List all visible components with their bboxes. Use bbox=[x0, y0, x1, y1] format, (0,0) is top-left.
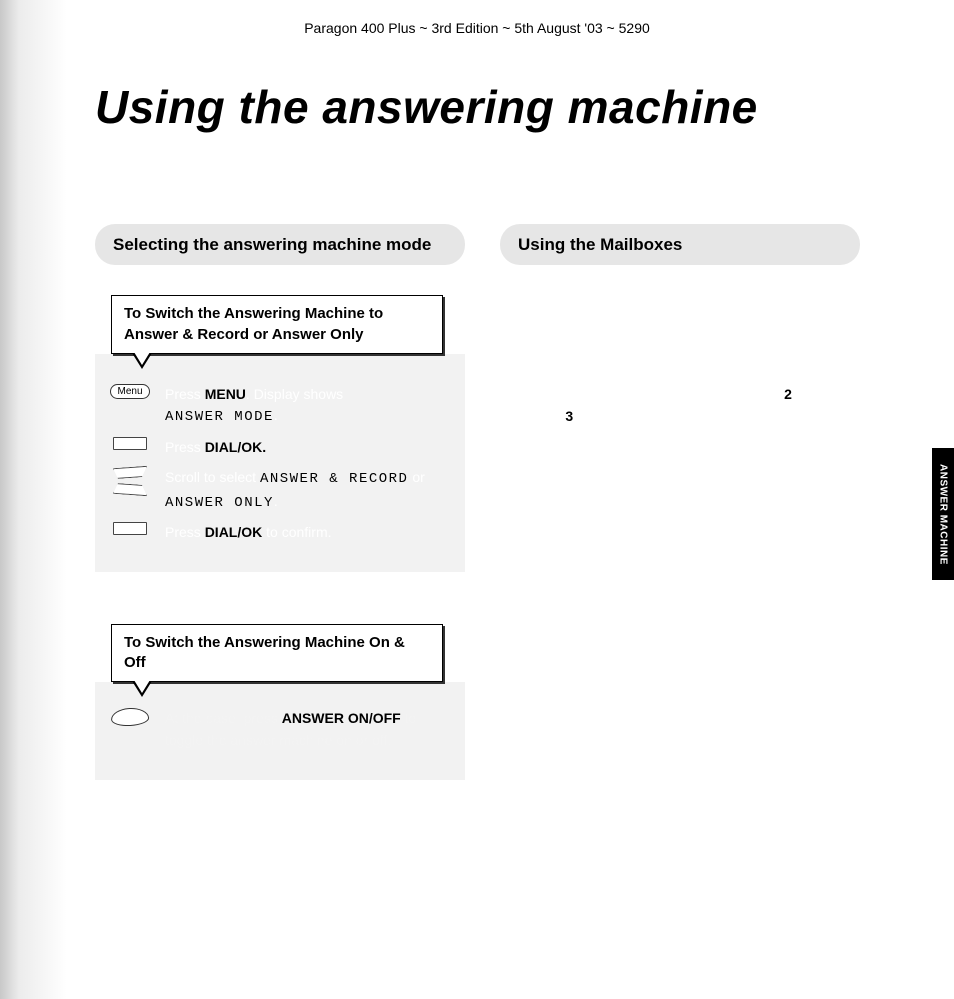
step-text: Press MENU. Display shows ANSWER MODE. bbox=[165, 384, 451, 429]
step-row: Press DIAL/OK. bbox=[109, 437, 451, 459]
page-title: Using the answering machine bbox=[95, 80, 758, 134]
dialok-button-icon bbox=[113, 522, 147, 535]
step-text: Scroll to select ANSWER & RECORD or ANSW… bbox=[165, 467, 451, 514]
steps-mode: Menu Press MENU. Display shows ANSWER MO… bbox=[95, 354, 465, 572]
t: . Display shows bbox=[246, 386, 343, 402]
t: MENU bbox=[205, 386, 246, 402]
step-text: Press DIAL/OK. bbox=[165, 437, 451, 459]
page: Paragon 400 Plus ~ 3rd Edition ~ 5th Aug… bbox=[0, 0, 954, 999]
step-row: At the base, press ANSWER ON/OFF to togg… bbox=[109, 708, 451, 751]
side-tab-answer-machine: ANSWER MACHINE bbox=[932, 448, 954, 580]
menu-button-icon: Menu bbox=[110, 384, 149, 399]
step-row: Menu Press MENU. Display shows ANSWER MO… bbox=[109, 384, 451, 429]
lcd-text: ANSWER & RECORD bbox=[260, 471, 409, 487]
t: Scroll to select bbox=[165, 469, 260, 485]
paragraph: You can listen to the messages in each m… bbox=[500, 463, 860, 528]
paragraph: Your Paragon 400 Plus has three mailboxe… bbox=[500, 283, 860, 348]
t: . bbox=[274, 493, 278, 509]
step-row: Scroll to select ANSWER & RECORD or ANSW… bbox=[109, 467, 451, 514]
side-tab-label: ANSWER MACHINE bbox=[938, 464, 949, 565]
t: Press bbox=[165, 524, 205, 540]
t: DIAL/OK bbox=[205, 524, 263, 540]
dialok-button-icon bbox=[113, 437, 147, 450]
t: Press bbox=[165, 439, 205, 455]
paragraph: For example, if three people share the p… bbox=[500, 362, 860, 449]
callout-switch-onoff: To Switch the Answering Machine On & Off bbox=[111, 624, 443, 683]
t: . bbox=[274, 407, 278, 423]
callout-switch-mode: To Switch the Answering Machine to Answe… bbox=[111, 295, 443, 354]
t: for the first person, bbox=[660, 386, 785, 402]
scroll-up-icon bbox=[113, 466, 147, 479]
t: to confirm. bbox=[262, 524, 331, 540]
lcd-text: ANSWER MODE bbox=[165, 409, 274, 425]
icon-col bbox=[109, 522, 151, 535]
icon-col: Menu bbox=[109, 384, 151, 399]
icon-col bbox=[109, 708, 151, 726]
t: 3 bbox=[565, 408, 573, 424]
t: 1 bbox=[652, 386, 660, 402]
icon-col bbox=[109, 437, 151, 450]
left-column: Selecting the answering machine mode To … bbox=[95, 224, 465, 780]
step-text: Press DIAL/OK to confirm. bbox=[165, 522, 451, 544]
scroll-down-icon bbox=[113, 483, 147, 496]
paragraph: Alternatively you could use the mailboxe… bbox=[500, 542, 860, 607]
section-heading-mode: Selecting the answering machine mode bbox=[95, 224, 465, 265]
t: At the base, press bbox=[165, 710, 282, 726]
answer-onoff-button-icon bbox=[111, 707, 150, 727]
t: 2 bbox=[784, 386, 792, 402]
icon-col bbox=[109, 467, 151, 495]
step-text: At the base, press ANSWER ON/OFF to togg… bbox=[165, 708, 451, 751]
t: or bbox=[408, 469, 424, 485]
right-body: Your Paragon 400 Plus has three mailboxe… bbox=[500, 283, 860, 607]
lcd-text: ANSWER ONLY bbox=[165, 495, 274, 511]
section-heading-mailboxes: Using the Mailboxes bbox=[500, 224, 860, 265]
t: Press bbox=[165, 386, 205, 402]
t: ANSWER ON/OFF bbox=[282, 710, 401, 726]
doc-header: Paragon 400 Plus ~ 3rd Edition ~ 5th Aug… bbox=[0, 20, 954, 36]
step-row: Press DIAL/OK to confirm. bbox=[109, 522, 451, 544]
t: DIAL/OK. bbox=[205, 439, 266, 455]
right-column: Using the Mailboxes Your Paragon 400 Plu… bbox=[500, 224, 860, 607]
